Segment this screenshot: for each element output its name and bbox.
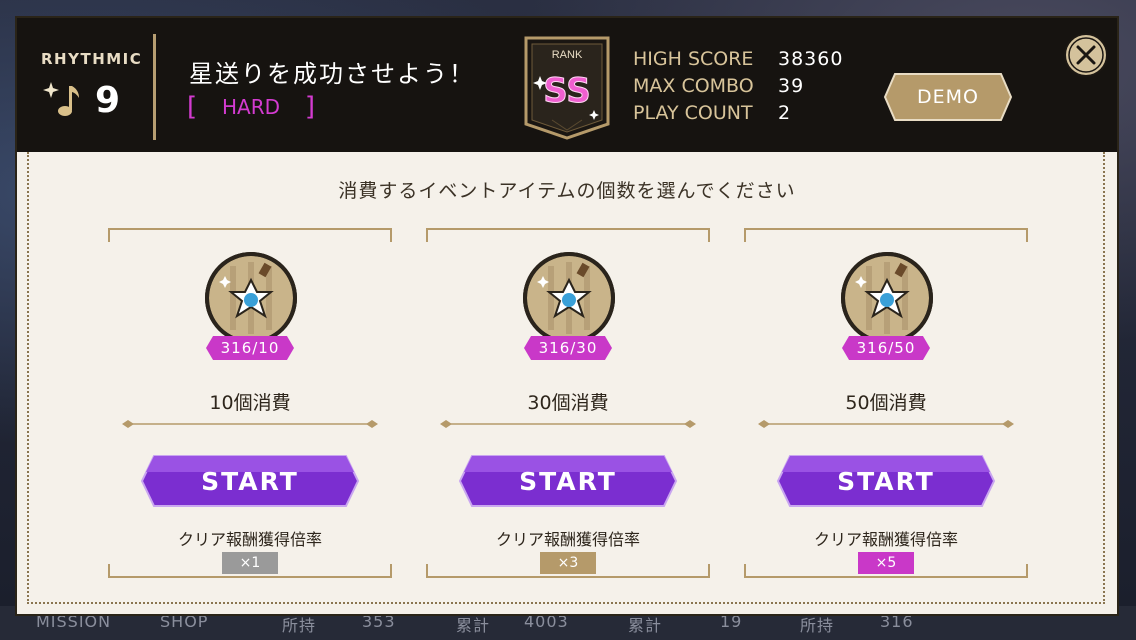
owned-value-2: 316 bbox=[880, 612, 914, 631]
song-info-header: RHYTHMIC 9 星送りを成功させよう！ [ HARD ] RANK SS … bbox=[17, 18, 1117, 152]
reward-multiplier-badge: ×3 bbox=[540, 552, 596, 574]
stat-value: 38360 bbox=[778, 48, 844, 70]
reward-multiplier-badge: ×5 bbox=[858, 552, 914, 574]
consume-amount-label: 50個消費 bbox=[845, 392, 927, 414]
start-button[interactable]: START bbox=[458, 454, 678, 508]
consume-amount-label: 30個消費 bbox=[527, 392, 609, 414]
rank-value: SS bbox=[543, 71, 590, 111]
reward-multiplier-label: クリア報酬獲得倍率 bbox=[495, 530, 640, 549]
item-count-badge: 316/30 bbox=[524, 336, 612, 360]
star-bottle-item-icon bbox=[205, 252, 297, 344]
stat-row-high-score: HIGH SCORE 38360 bbox=[633, 46, 843, 73]
total-value-2: 19 bbox=[720, 612, 743, 631]
reward-multiplier-badge: ×1 bbox=[222, 552, 278, 574]
option-card-10: 316/10 10個消費 START クリア報酬獲得倍率 ×1 bbox=[108, 228, 392, 578]
owned-label-1: 所持 bbox=[282, 616, 317, 635]
song-title: 星送りを成功させよう！ bbox=[189, 60, 475, 88]
card-frame-top bbox=[426, 228, 710, 242]
stat-label: MAX COMBO bbox=[633, 75, 754, 97]
card-frame-top bbox=[744, 228, 1028, 242]
demo-button[interactable]: DEMO bbox=[883, 72, 1013, 122]
difficulty-text: HARD bbox=[221, 95, 281, 119]
stat-value: 2 bbox=[778, 102, 792, 124]
close-icon[interactable] bbox=[1063, 32, 1109, 78]
total-label-1: 累計 bbox=[456, 616, 491, 635]
divider-ornament bbox=[440, 420, 696, 428]
total-value-1: 4003 bbox=[524, 612, 569, 631]
owned-label-2: 所持 bbox=[800, 616, 835, 635]
stat-label: PLAY COUNT bbox=[633, 102, 753, 124]
header-divider bbox=[153, 34, 156, 140]
demo-button-label: DEMO bbox=[917, 86, 979, 108]
start-button[interactable]: START bbox=[140, 454, 360, 508]
mission-tab[interactable]: MISSION bbox=[36, 612, 111, 631]
option-card-30: 316/30 30個消費 START クリア報酬獲得倍率 ×3 bbox=[426, 228, 710, 578]
item-count-badge: 316/50 bbox=[842, 336, 930, 360]
instruction-text: 消費するイベントアイテムの個数を選んでください bbox=[338, 180, 796, 202]
start-button-label: START bbox=[519, 466, 617, 496]
consume-amount-label: 10個消費 bbox=[209, 392, 291, 414]
card-frame-top bbox=[108, 228, 392, 242]
bracket-right: ] bbox=[304, 92, 315, 122]
shop-tab[interactable]: SHOP bbox=[160, 612, 208, 631]
rank-label: RANK bbox=[552, 49, 583, 61]
start-button-label: START bbox=[201, 466, 299, 496]
divider-ornament bbox=[122, 420, 378, 428]
stat-row-play-count: PLAY COUNT 2 bbox=[633, 100, 843, 127]
start-button[interactable]: START bbox=[776, 454, 996, 508]
item-count-badge: 316/10 bbox=[206, 336, 294, 360]
reward-multiplier-label: クリア報酬獲得倍率 bbox=[177, 530, 322, 549]
star-bottle-item-icon bbox=[841, 252, 933, 344]
rank-badge: RANK SS bbox=[524, 36, 610, 140]
music-note-icon bbox=[43, 82, 79, 116]
item-select-dialog: RHYTHMIC 9 星送りを成功させよう！ [ HARD ] RANK SS … bbox=[17, 18, 1117, 614]
total-label-2: 累計 bbox=[628, 616, 663, 635]
stat-row-max-combo: MAX COMBO 39 bbox=[633, 73, 843, 100]
reward-multiplier-label: クリア報酬獲得倍率 bbox=[813, 530, 958, 549]
stat-label: HIGH SCORE bbox=[633, 48, 754, 70]
bracket-left: [ bbox=[187, 92, 198, 122]
mode-label: RHYTHMIC bbox=[41, 50, 143, 68]
option-card-50: 316/50 50個消費 START クリア報酬獲得倍率 ×5 bbox=[744, 228, 1028, 578]
stat-value: 39 bbox=[778, 75, 805, 97]
start-button-label: START bbox=[837, 466, 935, 496]
owned-value-1: 353 bbox=[362, 612, 396, 631]
level-value: 9 bbox=[95, 80, 121, 121]
divider-ornament bbox=[758, 420, 1014, 428]
score-stats: HIGH SCORE 38360 MAX COMBO 39 PLAY COUNT… bbox=[633, 46, 843, 127]
difficulty-label: [ HARD ] bbox=[187, 92, 315, 122]
star-bottle-item-icon bbox=[523, 252, 615, 344]
